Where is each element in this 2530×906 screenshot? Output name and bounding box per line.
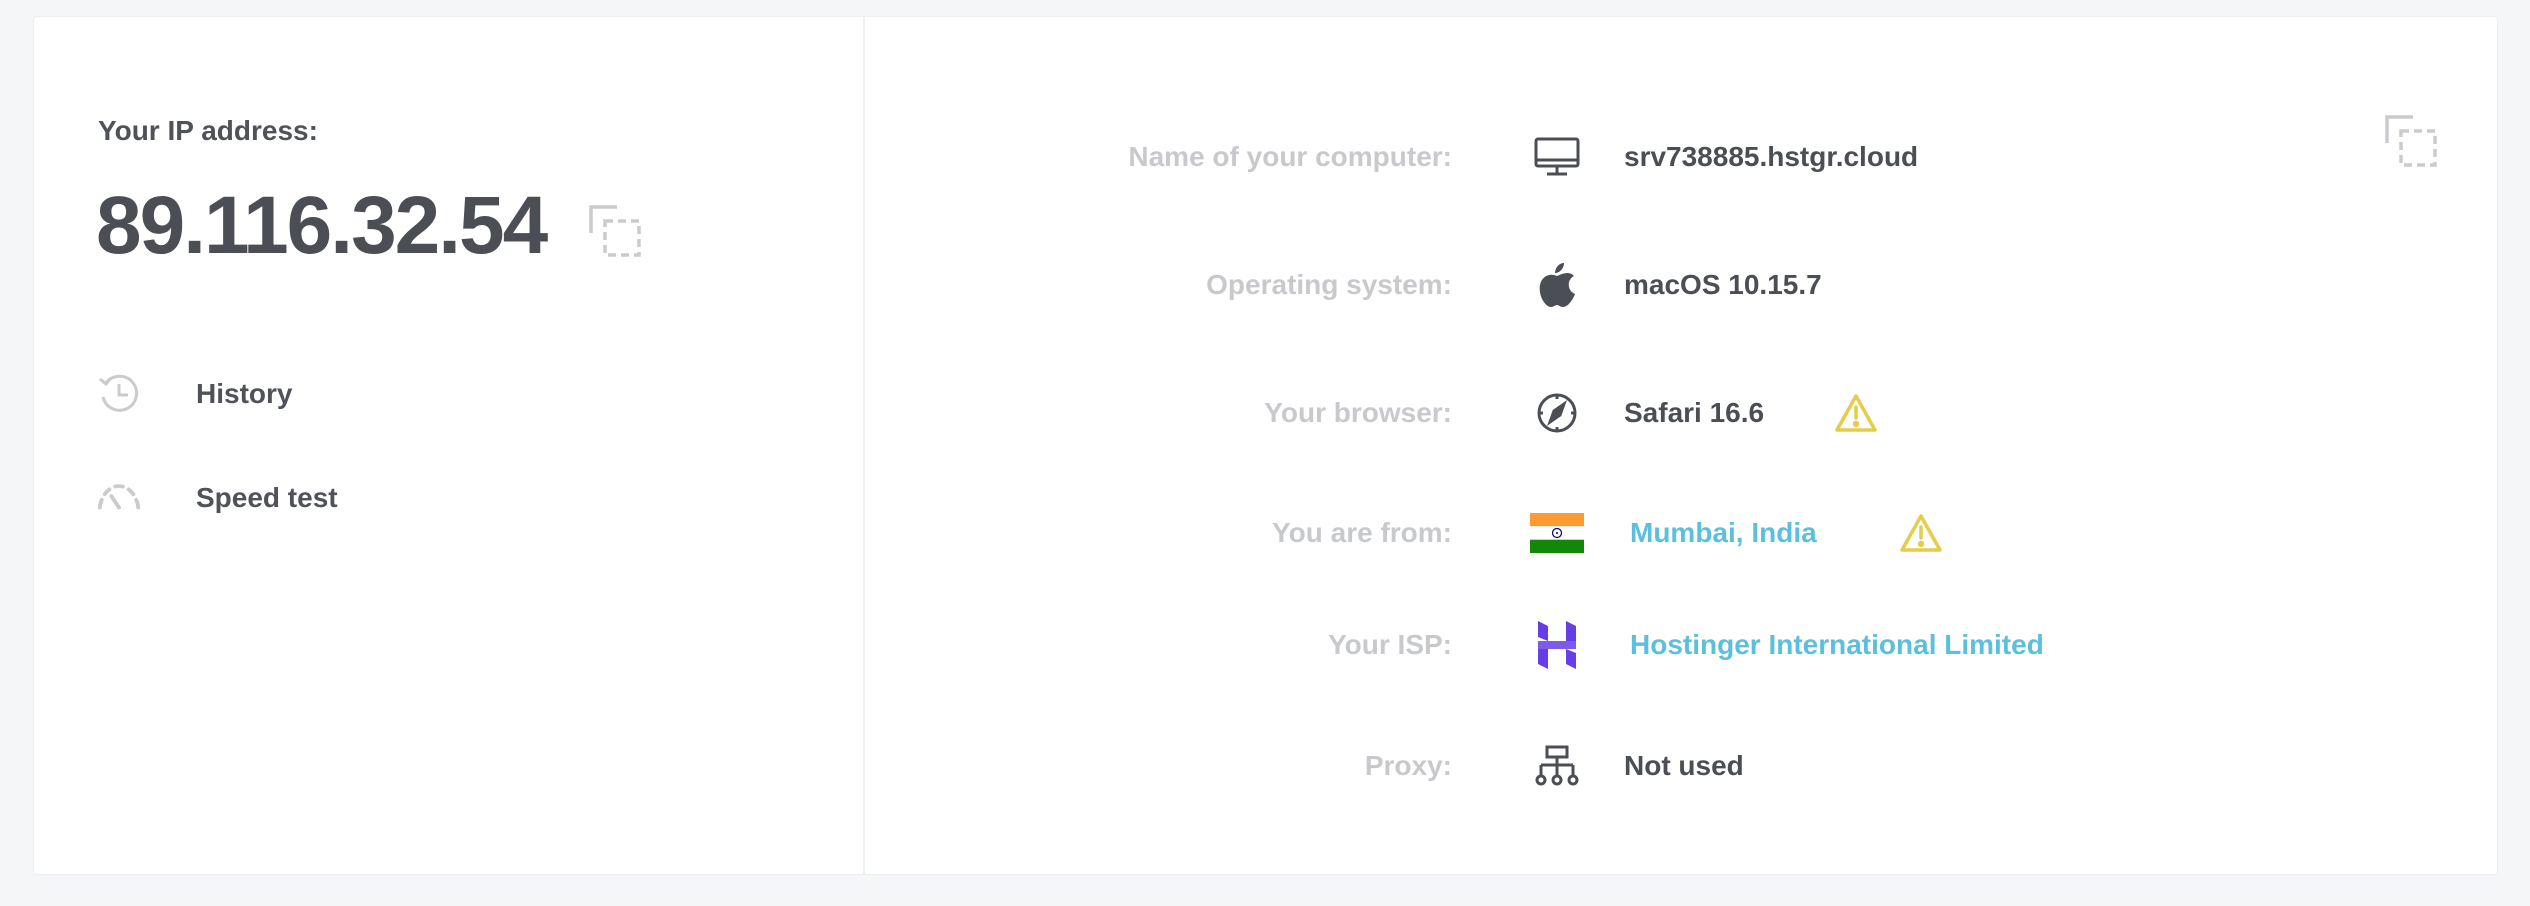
- ip-info-card: Your IP address: 89.116.32.54 History Sp…: [33, 16, 2498, 875]
- isp-row: Your ISP: Hostinger International Limite…: [34, 615, 2499, 675]
- location-row: You are from: Mumbai, India: [34, 503, 2499, 563]
- operating-system-row: Operating system: macOS 10.15.7: [34, 255, 2499, 315]
- compass-icon: [1529, 385, 1585, 441]
- computer-name-label: Name of your computer:: [1128, 141, 1452, 172]
- isp-link[interactable]: Hostinger International Limited: [1630, 629, 2044, 661]
- monitor-icon: [1529, 129, 1585, 185]
- browser-label: Your browser:: [1264, 397, 1452, 428]
- warning-icon[interactable]: [1834, 393, 1878, 433]
- warning-icon[interactable]: [1899, 513, 1943, 553]
- location-link[interactable]: Mumbai, India: [1630, 517, 1817, 549]
- browser-row: Your browser: Safari 16.6: [34, 383, 2499, 443]
- hostinger-logo-icon: [1529, 617, 1585, 673]
- operating-system-label: Operating system:: [1206, 269, 1452, 300]
- browser-value: Safari 16.6: [1624, 397, 1765, 428]
- isp-label: Your ISP:: [1328, 629, 1452, 660]
- location-label: You are from:: [1272, 517, 1452, 548]
- apple-icon: [1529, 257, 1585, 313]
- operating-system-value: macOS 10.15.7: [1624, 269, 1822, 300]
- network-icon: [1529, 738, 1585, 794]
- computer-name-row: Name of your computer: srv738885.hstgr.c…: [34, 127, 2499, 187]
- computer-name-value: srv738885.hstgr.cloud: [1624, 141, 1919, 172]
- proxy-label: Proxy:: [1364, 750, 1452, 781]
- india-flag-icon: [1529, 505, 1585, 561]
- copy-icon[interactable]: [587, 203, 643, 259]
- proxy-value: Not used: [1624, 750, 1744, 781]
- proxy-row: Proxy: Not used: [34, 736, 2499, 796]
